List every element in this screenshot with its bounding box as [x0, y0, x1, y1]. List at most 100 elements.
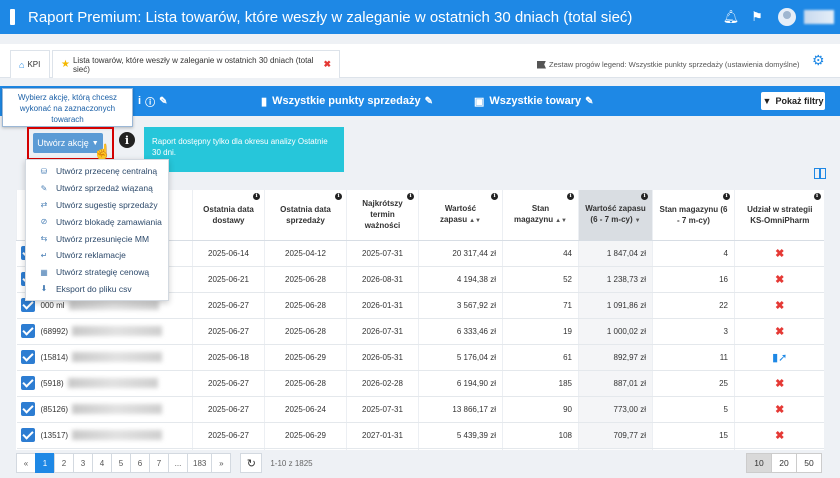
bell-icon[interactable]: 🔔︎ — [718, 0, 744, 34]
column-header-value-67[interactable]: i Wartość zapasu (6 - 7 m-cy) ▼ — [578, 190, 653, 241]
page-button[interactable]: » — [211, 453, 232, 473]
row-checkbox[interactable] — [20, 376, 35, 390]
page-button[interactable]: 2 — [54, 453, 74, 473]
page-button[interactable]: 183 — [187, 453, 213, 473]
menu-icon[interactable] — [0, 0, 24, 34]
table-row[interactable]: (13517) 2025-06-27 2025-06-29 2027-01-31 5 4… — [16, 422, 824, 449]
avatar[interactable] — [778, 8, 796, 26]
columns-icon[interactable] — [814, 168, 826, 179]
dropdown-item[interactable]: ⊘ Utwórz blokadę zamawiania — [26, 213, 168, 230]
row-checkbox[interactable] — [20, 402, 35, 416]
table-row[interactable]: (68992) 2025-06-27 2025-06-28 2026-07-31 6 3… — [16, 318, 824, 345]
page-button[interactable]: ... — [168, 453, 188, 473]
edit-icon[interactable]: ✎ — [585, 96, 593, 107]
edit-icon[interactable]: ✎ — [159, 96, 167, 107]
page-button[interactable]: « — [16, 453, 36, 473]
value67-cell: 892,97 zł — [578, 344, 653, 371]
strategy-cell[interactable]: ✖ — [734, 422, 824, 449]
show-filters-button[interactable]: ▼ Pokaż filtry — [761, 92, 825, 110]
page-size-button[interactable]: 20 — [771, 453, 797, 473]
strategy-cell[interactable]: ✖ — [734, 318, 824, 345]
column-header-expiry[interactable]: i Najkrótszy termin ważności — [346, 190, 419, 241]
row-checkbox[interactable] — [20, 324, 35, 338]
column-header-value[interactable]: i Wartość zapasu ▲▼ — [418, 190, 503, 241]
filter-goods[interactable]: ▣ Wszystkie towary ✎ — [474, 86, 594, 116]
sale-cell: 2025-06-29 — [264, 344, 347, 371]
strategy-cell[interactable]: ▮➚ — [734, 344, 824, 371]
dropdown-item[interactable]: ⛁ Utwórz przecenę centralną — [26, 163, 168, 180]
tag-icon: ⛁ — [40, 166, 48, 176]
stock67-cell: 3 — [652, 318, 735, 345]
row-checkbox[interactable] — [20, 350, 35, 364]
transfer-icon: ⇆ — [40, 234, 48, 244]
product-cell[interactable]: (93568) Biovital Pamięć plyn 1000 ml — [16, 448, 193, 450]
star-icon: ★ — [61, 59, 70, 70]
strategy-cell[interactable]: ✖ — [734, 448, 824, 450]
product-cell[interactable]: (85126) — [16, 396, 193, 423]
info-icon: i — [567, 193, 574, 200]
page-button[interactable]: 1 — [35, 453, 55, 473]
dropdown-item[interactable]: ⇄ Utwórz sugestię sprzedaży — [26, 197, 168, 214]
product-cell[interactable]: (5918) — [16, 370, 193, 397]
page-button[interactable]: 6 — [130, 453, 150, 473]
strategy-cell[interactable]: ✖ — [734, 266, 824, 293]
strategy-cell[interactable]: ✖ — [734, 240, 824, 267]
column-header-strategy[interactable]: i Udział w strategii KS-OmniPharm — [734, 190, 824, 241]
strategy-cell[interactable]: ✖ — [734, 396, 824, 423]
page-button[interactable]: 3 — [73, 453, 93, 473]
table-row[interactable]: (85126) 2025-06-27 2025-06-24 2025-07-31 13 … — [16, 396, 824, 423]
info-icon: i — [723, 193, 730, 200]
user-name-blurred[interactable] — [804, 10, 834, 24]
row-checkbox[interactable] — [20, 428, 35, 442]
delivery-cell: 2025-06-27 — [192, 318, 265, 345]
cogs-icon[interactable]: ⚙ — [812, 52, 825, 69]
legend-set[interactable]: Zestaw progów legend: Wszystkie punkty s… — [537, 60, 800, 69]
page-button[interactable]: 7 — [149, 453, 169, 473]
info-icon: ⓘ — [145, 97, 156, 109]
column-header-stock[interactable]: i Stan magazynu ▲▼ — [502, 190, 579, 241]
close-icon[interactable]: ✖ — [323, 59, 331, 70]
flag-icon[interactable]: ⚑ — [744, 0, 770, 34]
product-cell[interactable]: (13517) — [16, 422, 193, 449]
edit-icon[interactable]: ✎ — [425, 96, 433, 107]
show-filters-label: Pokaż filtry — [775, 96, 824, 106]
page-size-button[interactable]: 50 — [796, 453, 822, 473]
sale-cell: 2025-04-12 — [264, 240, 347, 267]
dropdown-item[interactable]: ✎ Utwórz sprzedaż wiązaną — [26, 180, 168, 197]
column-header-delivery[interactable]: i Ostatnia data dostawy — [192, 190, 265, 241]
product-cell[interactable]: (68992) — [16, 318, 193, 345]
refresh-icon[interactable]: ↻ — [240, 453, 263, 473]
page-size-button[interactable]: 10 — [746, 453, 772, 473]
column-header-sale[interactable]: i Ostatnia data sprzedaży — [264, 190, 347, 241]
strategy-cell[interactable]: ✖ — [734, 370, 824, 397]
sale-cell: 2025-06-29 — [264, 422, 347, 449]
dropdown-item[interactable]: ⇆ Utwórz przesunięcie MM — [26, 230, 168, 247]
tab-kpi[interactable]: ⌂ KPI — [10, 50, 50, 78]
expiry-cell: 2025-11-30 — [346, 448, 419, 450]
tab-report[interactable]: ★ Lista towarów, które weszły w zalegani… — [52, 50, 340, 78]
filter-points[interactable]: ▮ Wszystkie punkty sprzedaży ✎ — [261, 86, 433, 116]
product-cell[interactable]: (15814) — [16, 344, 193, 371]
period-notice: Raport dostępny tylko dla okresu analizy… — [144, 127, 344, 172]
dropdown-item[interactable]: ↵ Utwórz reklamacje — [26, 247, 168, 264]
stock-cell: 185 — [502, 370, 579, 397]
filter-partial[interactable]: i ⓘ ✎ — [138, 86, 167, 116]
value67-cell: 887,01 zł — [578, 370, 653, 397]
info-icon[interactable]: i — [119, 132, 135, 148]
info-icon: i — [335, 193, 342, 200]
table-row[interactable]: (93568) Biovital Pamięć plyn 1000 ml 2025… — [16, 448, 824, 450]
table-row[interactable]: (5918) 2025-06-27 2025-06-28 2026-02-28 6 19… — [16, 370, 824, 397]
value-cell: 2 989,21 zł — [418, 448, 503, 450]
strategy-cell[interactable]: ✖ — [734, 292, 824, 319]
page-button[interactable]: 5 — [111, 453, 131, 473]
stock67-cell: 25 — [652, 370, 735, 397]
page-button[interactable]: 4 — [92, 453, 112, 473]
table-row[interactable]: (15814) 2025-06-18 2025-06-29 2026-05-31 5 1… — [16, 344, 824, 371]
dropdown-item[interactable]: ⬇ Eksport do pliku csv — [26, 281, 168, 298]
delivery-cell: 2025-06-27 — [192, 370, 265, 397]
dropdown-item-label: Utwórz strategię cenową — [56, 267, 150, 278]
tab-kpi-label: KPI — [27, 60, 41, 69]
close-icon: ✖ — [775, 273, 785, 286]
column-header-stock-67[interactable]: i Stan magazynu (6 - 7 m-cy) — [652, 190, 735, 241]
dropdown-item[interactable]: ▦ Utwórz strategię cenową — [26, 264, 168, 281]
